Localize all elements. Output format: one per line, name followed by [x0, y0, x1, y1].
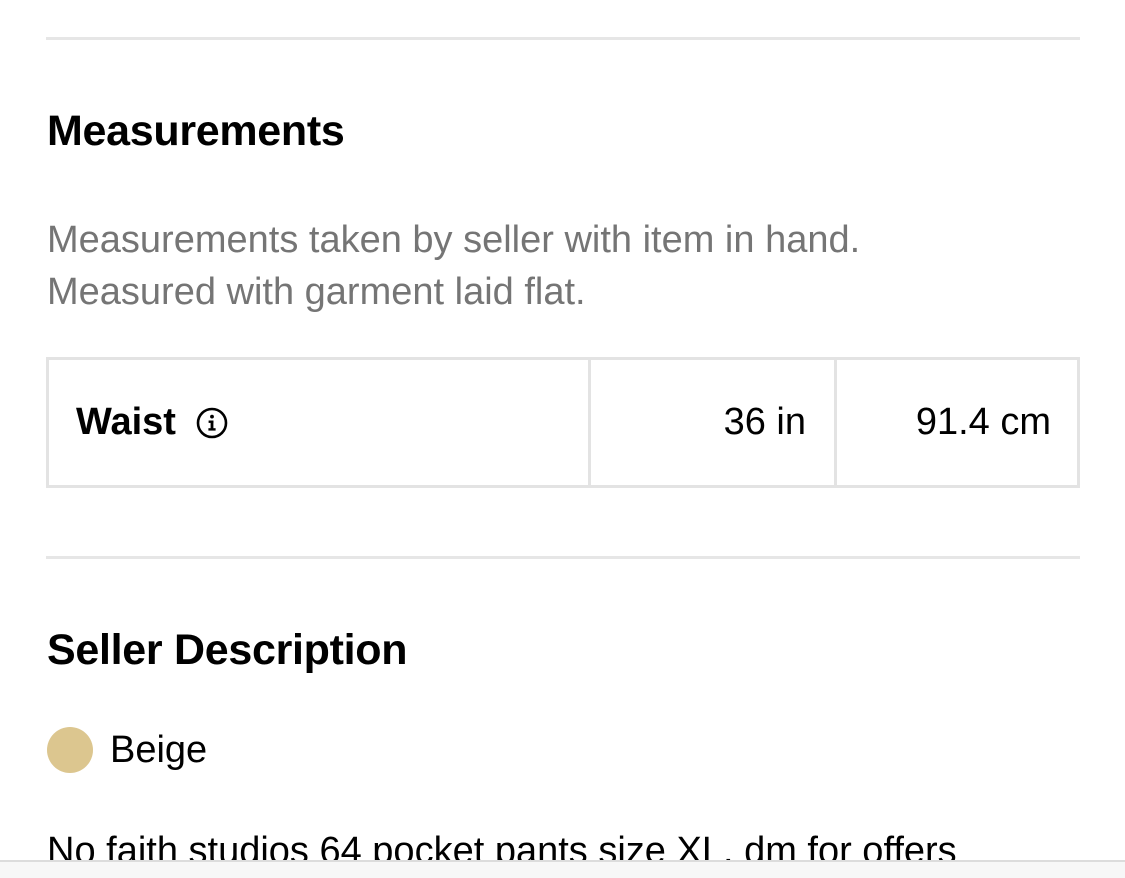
top-divider — [46, 37, 1080, 40]
section-divider — [46, 556, 1080, 559]
seller-description-heading: Seller Description — [47, 626, 408, 674]
measurement-cm-value: 91.4 cm — [915, 401, 1051, 443]
measurements-note-line: Measured with garment laid flat. — [47, 271, 586, 313]
color-name: Beige — [110, 728, 208, 771]
measurements-table: Waist 36 in 91.4 cm — [46, 357, 1080, 488]
info-icon[interactable] — [196, 407, 228, 439]
bottom-bar — [0, 860, 1125, 878]
measurement-label-cell: Waist — [49, 360, 591, 485]
measurements-note-line: Measurements taken by seller with item i… — [47, 219, 861, 261]
item-color: Beige — [47, 726, 207, 774]
measurement-inches-cell: 36 in — [591, 360, 837, 485]
color-swatch — [47, 727, 93, 773]
measurements-heading: Measurements — [47, 107, 345, 155]
measurement-cm-cell: 91.4 cm — [837, 360, 1077, 485]
measurements-note: Measurements taken by seller with item i… — [47, 214, 860, 318]
measurement-inches-value: 36 in — [723, 401, 806, 443]
measurement-label: Waist — [76, 401, 176, 443]
